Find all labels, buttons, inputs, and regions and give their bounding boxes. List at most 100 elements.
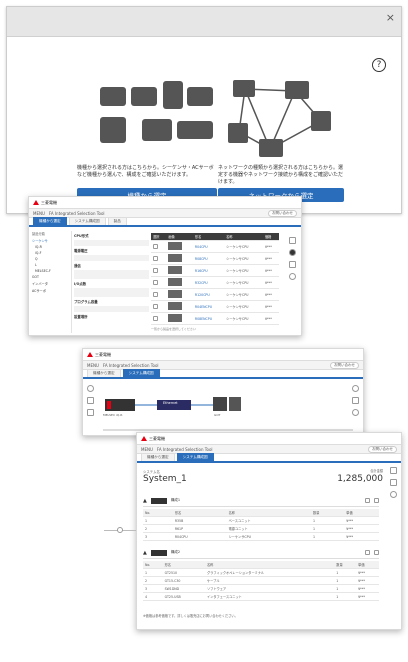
filter-group[interactable]: 設置場所: [74, 314, 149, 319]
tab-system[interactable]: システム構成図: [68, 217, 106, 225]
tree-item[interactable]: インバータ: [32, 281, 71, 286]
app-title: FA Integrated Selection Tool: [102, 362, 159, 368]
list-icon[interactable]: [390, 467, 397, 474]
user-icon[interactable]: [288, 273, 296, 280]
tree-item[interactable]: Q: [35, 257, 68, 261]
device-icon[interactable]: [87, 397, 94, 404]
tree-item[interactable]: MELSEC-F: [35, 269, 68, 273]
config-group-2-header[interactable]: ▲ 構成2: [143, 547, 379, 559]
network-label: Ethernet: [163, 401, 178, 405]
table-row[interactable]: R08ENCPU シーケンサCPU ¥***: [151, 312, 279, 325]
tab-model[interactable]: 機種から選定: [33, 217, 67, 225]
product-model[interactable]: R04CPU: [192, 240, 225, 253]
delete-icon[interactable]: [365, 498, 370, 503]
collapse-icon[interactable]: ▲: [143, 498, 147, 504]
tree-item[interactable]: GOT: [32, 275, 71, 279]
checkbox[interactable]: [153, 303, 158, 309]
close-icon[interactable]: ×: [386, 11, 395, 24]
tree-item[interactable]: L: [35, 263, 68, 267]
col-price: 単価: [344, 509, 379, 517]
filter-group[interactable]: I/O点数: [74, 281, 149, 286]
tab-model[interactable]: 機種から選定: [87, 369, 121, 377]
checkbox[interactable]: [153, 267, 158, 273]
filter-group[interactable]: CPU形式: [74, 233, 149, 238]
row-qty[interactable]: 1: [334, 576, 357, 585]
row-qty[interactable]: 1: [311, 532, 345, 541]
filter-group[interactable]: 電源電圧: [74, 248, 149, 253]
table-row[interactable]: R16CPU シーケンサCPU ¥***: [151, 264, 279, 277]
horizontal-scrollbar[interactable]: [103, 429, 353, 431]
tab-model[interactable]: 機種から選定: [141, 453, 175, 461]
filter-group[interactable]: プログラム容量: [74, 299, 149, 304]
save-icon[interactable]: [288, 261, 296, 268]
tab-system[interactable]: システム構成図: [122, 369, 160, 377]
mitsubishi-logo: 三菱電機: [33, 200, 57, 206]
logo-mark-icon: [141, 436, 147, 441]
cable-icon[interactable]: [87, 409, 94, 416]
user-icon[interactable]: [390, 491, 397, 498]
config-group-1-header[interactable]: ▲ 構成1: [143, 495, 379, 507]
delete-icon[interactable]: [365, 550, 370, 555]
product-model[interactable]: R04ENCPU: [192, 300, 225, 313]
tree-item[interactable]: ACサーボ: [32, 288, 71, 293]
product-model[interactable]: R120CPU: [192, 288, 225, 301]
table-row[interactable]: R08CPU シーケンサCPU ¥***: [151, 252, 279, 265]
collapse-icon[interactable]: ▲: [143, 550, 147, 556]
user-icon[interactable]: [352, 409, 359, 416]
tab-product[interactable]: 製品: [107, 217, 127, 225]
product-model[interactable]: R08ENCPU: [192, 312, 225, 325]
logo-mark-icon: [33, 200, 39, 205]
tree-item[interactable]: シーケンサ: [32, 238, 71, 243]
table-footer-note: 一覧から製品を選択してください: [151, 327, 196, 331]
filter-group[interactable]: 通信: [74, 263, 149, 268]
tree-item[interactable]: iQ-R: [35, 245, 68, 249]
row-qty[interactable]: 1: [334, 584, 357, 593]
checkbox[interactable]: [153, 291, 158, 297]
mitsubishi-logo: 三菱電機: [87, 352, 111, 358]
hmi-device: [213, 397, 227, 411]
filter-options[interactable]: [74, 240, 149, 246]
row-qty[interactable]: 1: [334, 592, 357, 601]
help-icon[interactable]: ?: [372, 58, 386, 72]
menu-button[interactable]: MENU: [87, 363, 99, 368]
menu-button[interactable]: MENU: [33, 211, 45, 216]
filter-options[interactable]: [74, 288, 149, 297]
add-icon[interactable]: [374, 498, 379, 503]
check-icon[interactable]: [288, 249, 296, 256]
checkbox[interactable]: [153, 243, 158, 249]
row-qty[interactable]: 1: [311, 516, 345, 525]
table-row[interactable]: R32CPU シーケンサCPU ¥***: [151, 276, 279, 289]
save-icon[interactable]: [352, 397, 359, 404]
checkbox[interactable]: [153, 279, 158, 285]
filter-options[interactable]: [74, 255, 149, 261]
menu-button[interactable]: MENU: [141, 447, 153, 452]
checkbox[interactable]: [153, 315, 158, 321]
contact-button[interactable]: お問い合わせ: [330, 361, 359, 369]
tree-item[interactable]: iQ-F: [35, 251, 68, 255]
table-row[interactable]: R04ENCPU シーケンサCPU ¥***: [151, 300, 279, 313]
product-model[interactable]: R16CPU: [192, 264, 225, 277]
row-qty[interactable]: 1: [334, 568, 357, 577]
contact-button[interactable]: お問い合わせ: [368, 445, 397, 453]
product-model[interactable]: R32CPU: [192, 276, 225, 289]
contact-button[interactable]: お問い合わせ: [268, 209, 297, 217]
globe-icon[interactable]: [87, 385, 94, 392]
filter-options[interactable]: [74, 306, 149, 312]
col-model: 形名: [162, 561, 205, 569]
brand-bar: 三菱電機: [29, 197, 301, 209]
checkbox[interactable]: [153, 255, 158, 261]
table-row[interactable]: R120CPU シーケンサCPU ¥***: [151, 288, 279, 301]
product-model[interactable]: R08CPU: [192, 252, 225, 265]
controller-icon: [177, 121, 213, 139]
tab-system[interactable]: システム構成図: [176, 453, 214, 461]
table-row[interactable]: R04CPU シーケンサCPU ¥***: [151, 240, 279, 253]
row-qty[interactable]: 1: [311, 524, 345, 533]
page-slider-handle[interactable]: [117, 527, 123, 533]
tab-bar: 機種から選定 システム構成図: [83, 369, 363, 379]
save-icon[interactable]: [390, 479, 397, 486]
dialog-header-bar: [7, 7, 401, 37]
add-icon[interactable]: [374, 550, 379, 555]
list-icon[interactable]: [288, 237, 296, 244]
check-icon[interactable]: [352, 385, 359, 392]
filter-options[interactable]: [74, 270, 149, 279]
